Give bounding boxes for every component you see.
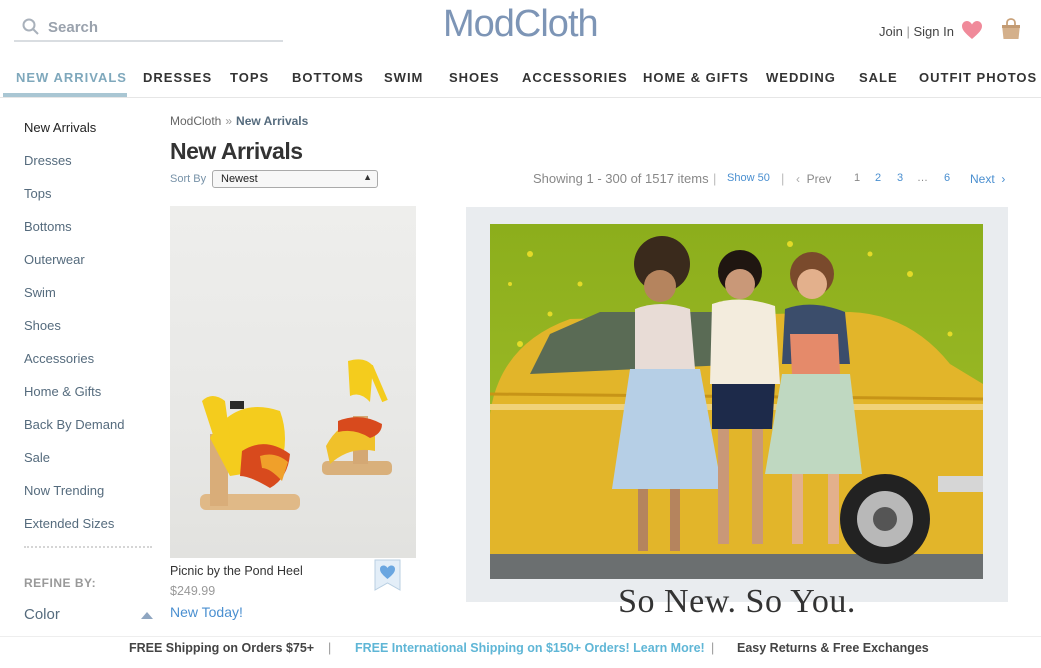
refine-by-label: REFINE BY: — [24, 576, 97, 590]
sandal-heels-illustration — [200, 359, 392, 510]
sidebar-item-back-by-demand[interactable]: Back By Demand — [24, 417, 124, 432]
nav-outfit-photos[interactable]: OUTFIT PHOTOS — [919, 70, 1037, 85]
breadcrumb-root[interactable]: ModCloth — [170, 114, 221, 128]
next-page-link[interactable]: Next › — [970, 172, 1005, 186]
shopping-bag-icon[interactable] — [1000, 17, 1022, 41]
sidebar-item-sale[interactable]: Sale — [24, 450, 50, 465]
breadcrumb-current: New Arrivals — [236, 114, 309, 128]
product-image[interactable] — [170, 206, 416, 558]
page-1[interactable]: 1 — [854, 172, 860, 184]
sign-in-link[interactable]: Sign In — [914, 24, 954, 39]
color-filter-toggle[interactable]: Color — [24, 606, 60, 623]
sidebar-divider — [24, 546, 152, 548]
results-count: Showing 1 - 300 of 1517 items — [533, 171, 709, 186]
international-shipping-link[interactable]: FREE International Shipping on $150+ Ord… — [355, 641, 705, 655]
chevron-left-icon: ‹ — [796, 172, 800, 186]
account-links: Join | Sign In — [879, 24, 954, 39]
nav-accessories[interactable]: ACCESSORIES — [522, 70, 628, 85]
sidebar-item-accessories[interactable]: Accessories — [24, 351, 94, 366]
nav-tops[interactable]: TOPS — [230, 70, 269, 85]
promo-caption: So New. So You. — [618, 583, 856, 620]
show-50-link[interactable]: Show 50 — [727, 172, 770, 184]
sort-value: Newest — [221, 173, 258, 185]
sidebar-item-now-trending[interactable]: Now Trending — [24, 483, 104, 498]
sidebar-item-tops[interactable]: Tops — [24, 186, 51, 201]
wishlist-heart-icon[interactable] — [374, 559, 401, 591]
new-today-badge: New Today! — [170, 604, 243, 620]
search-icon — [22, 18, 39, 35]
page-title: New Arrivals — [170, 138, 303, 164]
sidebar-item-extended-sizes[interactable]: Extended Sizes — [24, 516, 114, 531]
sidebar-item-outerwear[interactable]: Outerwear — [24, 252, 85, 267]
main-nav: NEW ARRIVALS DRESSES TOPS BOTTOMS SWIM S… — [0, 62, 1041, 98]
promo-footer-bar: FREE Shipping on Orders $75+ | FREE Inte… — [0, 636, 1041, 668]
modcloth-logo[interactable]: ModCloth — [443, 3, 599, 46]
prev-page-link[interactable]: ‹ Prev — [796, 172, 831, 186]
page-ellipsis: … — [917, 172, 928, 184]
nav-sale[interactable]: SALE — [859, 70, 898, 85]
chevron-right-icon: › — [1001, 172, 1006, 186]
nav-new-arrivals[interactable]: NEW ARRIVALS — [16, 70, 127, 85]
free-shipping-text: FREE Shipping on Orders $75+ — [129, 641, 315, 655]
heart-icon[interactable] — [961, 20, 983, 40]
search-input[interactable] — [48, 18, 268, 36]
breadcrumb: ModCloth » New Arrivals — [170, 114, 308, 128]
sort-select[interactable]: Newest ▲ — [212, 170, 378, 188]
page-6[interactable]: 6 — [944, 172, 950, 184]
page-2[interactable]: 2 — [875, 172, 881, 184]
chevron-up-icon[interactable] — [140, 610, 154, 620]
nav-swim[interactable]: SWIM — [384, 70, 423, 85]
product-name[interactable]: Picnic by the Pond Heel — [170, 564, 303, 578]
sidebar-item-swim[interactable]: Swim — [24, 285, 56, 300]
nav-dresses[interactable]: DRESSES — [143, 70, 212, 85]
sidebar-item-dresses[interactable]: Dresses — [24, 153, 72, 168]
breadcrumb-separator: » — [225, 114, 233, 128]
sidebar-item-new-arrivals[interactable]: New Arrivals — [24, 120, 96, 135]
sidebar-item-shoes[interactable]: Shoes — [24, 318, 61, 333]
promo-photo — [490, 224, 983, 579]
next-label: Next — [970, 172, 995, 186]
footer-divider: | — [711, 641, 715, 655]
prev-label: Prev — [806, 172, 832, 186]
promo-banner[interactable]: So New. So You. — [466, 207, 1008, 620]
sort-label: Sort By — [170, 173, 207, 185]
search-bar[interactable] — [14, 14, 283, 42]
three-women-with-yellow-car-illustration — [490, 224, 983, 579]
select-arrows-icon: ▲ — [363, 172, 372, 182]
nav-home-gifts[interactable]: HOME & GIFTS — [643, 70, 749, 85]
join-link[interactable]: Join — [879, 24, 903, 39]
nav-shoes[interactable]: SHOES — [449, 70, 500, 85]
nav-bottoms[interactable]: BOTTOMS — [292, 70, 364, 85]
page-3[interactable]: 3 — [897, 172, 903, 184]
product-price: $249.99 — [170, 584, 216, 598]
sidebar-item-home-gifts[interactable]: Home & Gifts — [24, 384, 101, 399]
pagination-divider: | — [713, 171, 717, 186]
footer-divider: | — [328, 641, 332, 655]
easy-returns-text: Easy Returns & Free Exchanges — [737, 641, 929, 655]
nav-wedding[interactable]: WEDDING — [766, 70, 836, 85]
sidebar-item-bottoms[interactable]: Bottoms — [24, 219, 72, 234]
account-divider: | — [906, 24, 910, 39]
pagination-divider: | — [781, 171, 785, 186]
active-nav-underline — [3, 93, 127, 97]
